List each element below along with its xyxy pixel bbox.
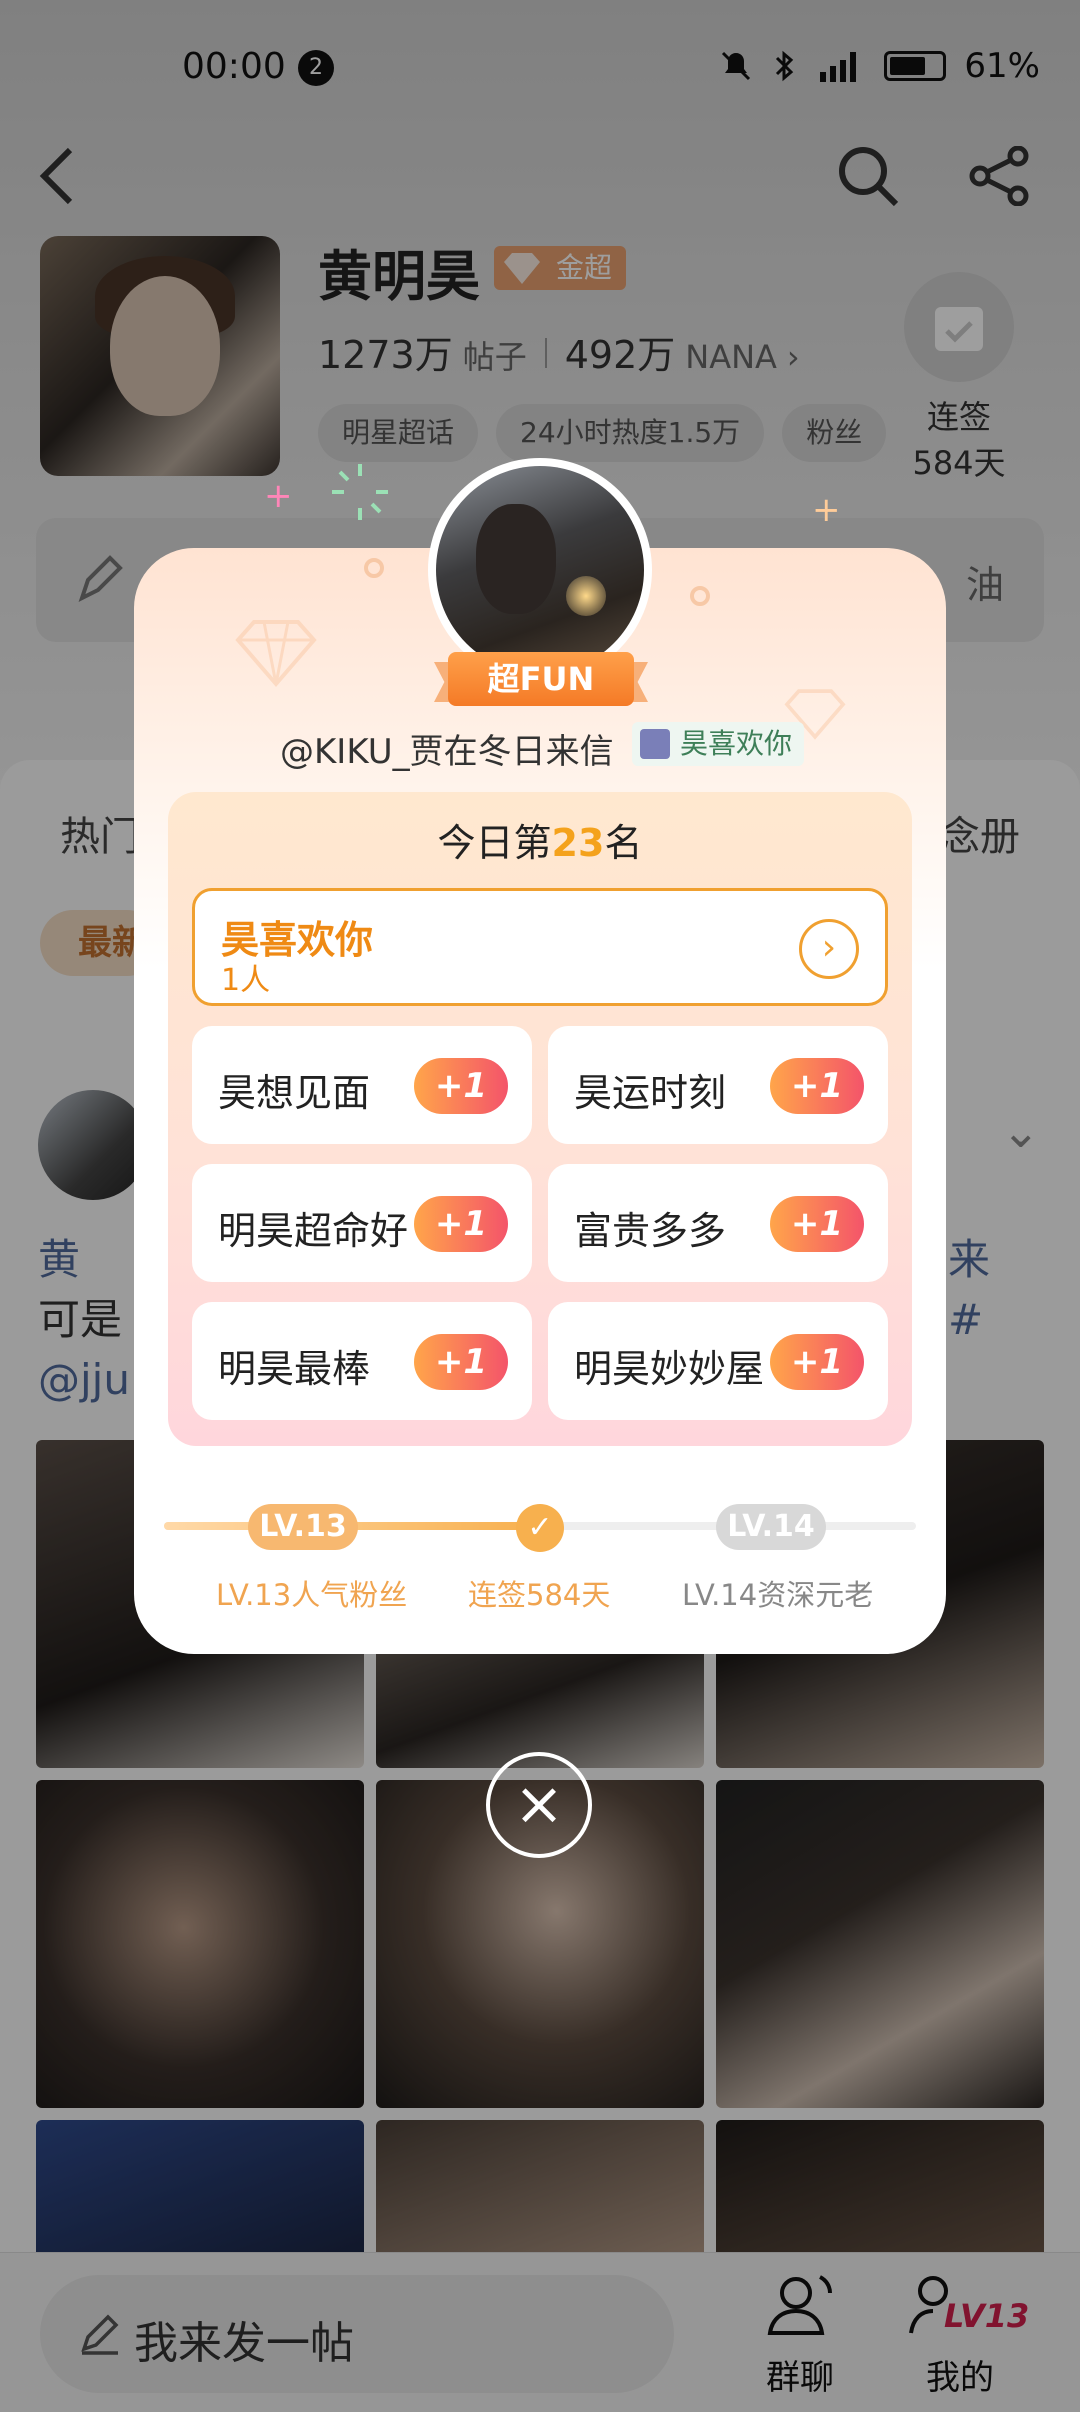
greeting-option[interactable]: 明昊超命好 +1 <box>192 1164 532 1282</box>
burst-decoration <box>332 464 388 520</box>
circle-decoration <box>364 558 384 578</box>
page: 00:00 2 61% 黄明昊 金超 1273万 帖子 492万 NANA › <box>0 0 1080 2412</box>
rank-panel: 今日第23名 昊喜欢你 1人 › 昊想见面 +1 昊运时刻 +1 明昊超命好 +1 富… <box>168 792 912 1446</box>
selected-greeting[interactable]: 昊喜欢你 1人 › <box>192 888 888 1006</box>
plus-one-button[interactable]: +1 <box>414 1334 508 1390</box>
plus-one-button[interactable]: +1 <box>414 1058 508 1114</box>
checkin-streak-label: 连签584天 <box>468 1578 611 1612</box>
greeting-option[interactable]: 昊想见面 +1 <box>192 1026 532 1144</box>
diamond-decoration-icon <box>235 620 317 688</box>
check-icon: ✓ <box>516 1504 564 1552</box>
circle-decoration <box>690 586 710 606</box>
level-next-label: LV.14资深元老 <box>682 1578 874 1612</box>
rank-title: 今日第23名 <box>437 821 643 865</box>
level-current-badge: LV.13 <box>248 1504 358 1550</box>
plus-one-button[interactable]: +1 <box>770 1334 864 1390</box>
greeting-option[interactable]: 富贵多多 +1 <box>548 1164 888 1282</box>
rank-number: 23 <box>551 821 605 865</box>
check-badge-icon <box>640 729 670 759</box>
selected-greeting-count: 1人 <box>221 963 271 998</box>
plus-one-button[interactable]: +1 <box>414 1196 508 1252</box>
plus-one-button[interactable]: +1 <box>770 1058 864 1114</box>
chevron-right-icon[interactable]: › <box>799 919 859 979</box>
greeting-option[interactable]: 昊运时刻 +1 <box>548 1026 888 1144</box>
fan-avatar[interactable] <box>428 458 652 682</box>
close-button[interactable]: × <box>486 1752 592 1858</box>
sparkle-decoration: + <box>812 490 841 530</box>
plus-one-button[interactable]: +1 <box>770 1196 864 1252</box>
fan-checkin-modal: 今日第23名 昊喜欢你 1人 › 昊想见面 +1 昊运时刻 +1 明昊超命好 +1 富… <box>134 548 946 1654</box>
sparkle-decoration: + <box>264 476 293 516</box>
level-current-label: LV.13人气粉丝 <box>216 1578 408 1612</box>
fan-username[interactable]: @KIKU_贾在冬日来信 <box>280 724 614 773</box>
super-fun-badge: 超FUN <box>434 652 648 706</box>
fan-badge: 昊喜欢你 <box>632 722 805 766</box>
level-next-badge: LV.14 <box>716 1504 826 1550</box>
level-progress: LV.13 ✓ LV.14 LV.13人气粉丝 连签584天 LV.14资深元老 <box>134 1496 946 1616</box>
greeting-option[interactable]: 明昊妙妙屋 +1 <box>548 1302 888 1420</box>
greeting-option[interactable]: 明昊最棒 +1 <box>192 1302 532 1420</box>
